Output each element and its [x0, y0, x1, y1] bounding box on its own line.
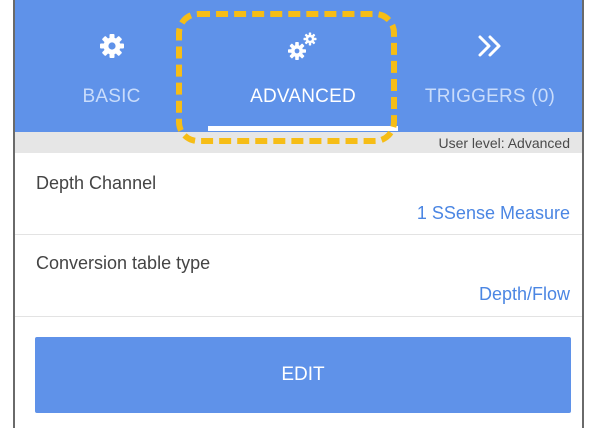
tab-basic[interactable]: BASIC	[15, 0, 208, 132]
tab-triggers[interactable]: TRIGGERS (0)	[398, 0, 582, 132]
setting-title: Depth Channel	[36, 173, 157, 193]
tab-bar: BASIC ADVANCED TRIGGERS (0)	[15, 0, 582, 132]
setting-row-conversion-table-type[interactable]: Conversion table type Depth/Flow	[15, 235, 582, 317]
double-chevron-right-icon	[474, 30, 506, 62]
tab-advanced[interactable]: ADVANCED	[208, 0, 398, 132]
settings-panel: BASIC ADVANCED TRIGGERS (0) User level: …	[13, 0, 584, 428]
tab-advanced-label: ADVANCED	[250, 86, 356, 107]
edit-button[interactable]: EDIT	[35, 337, 571, 413]
gears-icon	[287, 30, 319, 62]
setting-value: Depth/Flow	[478, 284, 570, 304]
gear-icon	[96, 30, 128, 62]
setting-row-depth-channel[interactable]: Depth Channel 1 SSense Measure	[15, 153, 582, 235]
selected-tab-indicator	[208, 126, 398, 131]
user-level-bar: User level: Advanced	[15, 132, 582, 153]
tab-triggers-label: TRIGGERS (0)	[424, 86, 556, 107]
tab-basic-label: BASIC	[82, 86, 141, 107]
setting-title: Conversion table type	[36, 253, 211, 273]
setting-value: 1 SSense Measure	[416, 203, 570, 223]
user-level-text: User level: Advanced	[438, 135, 570, 151]
